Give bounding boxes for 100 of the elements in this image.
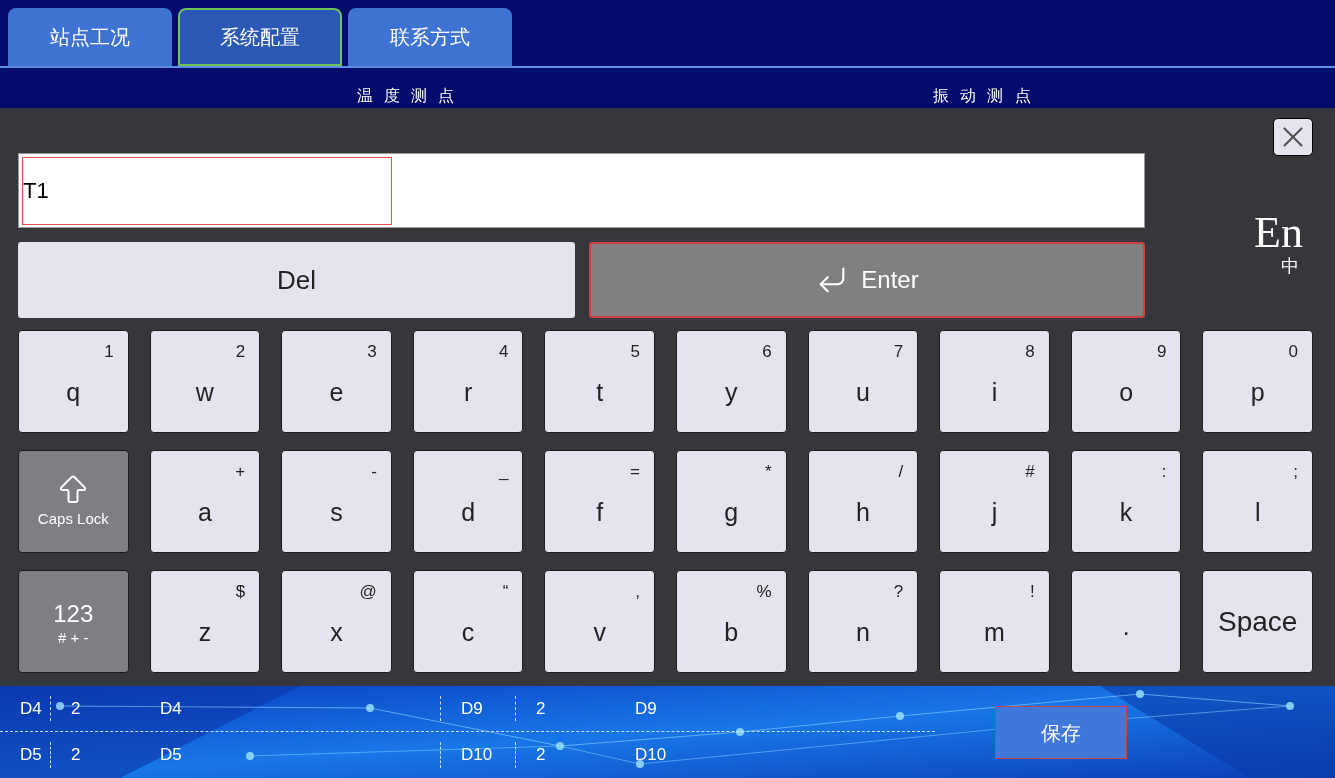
keyboard-key[interactable]: $ z	[149, 570, 261, 673]
close-button[interactable]	[1273, 118, 1313, 156]
key-label: i	[991, 376, 998, 408]
keyboard-key[interactable]: “ c	[412, 570, 524, 673]
key-secondary-label: 4	[498, 341, 509, 363]
key-label: e	[329, 376, 344, 408]
key-label: l	[1254, 496, 1261, 528]
key-secondary-label: 6	[762, 341, 772, 363]
key-secondary-label: %	[756, 581, 772, 603]
table-cell: 2	[515, 742, 615, 768]
key-secondary-label: 9	[1156, 341, 1167, 363]
table-cell: D10	[440, 742, 515, 768]
key-secondary-label: @	[359, 581, 377, 603]
keyboard-key[interactable]: , v	[544, 570, 655, 673]
keyboard-key[interactable]: 1 q	[18, 330, 129, 433]
keyboard-key[interactable]: / h	[807, 450, 919, 553]
key-label: q	[66, 376, 81, 408]
key-secondary-label: _	[498, 461, 509, 483]
table-cell-text: D5	[19, 744, 43, 767]
key-secondary-label: *	[764, 461, 772, 483]
key-label: x	[330, 616, 343, 648]
key-label: m	[984, 616, 1005, 648]
key-label: a	[197, 496, 212, 528]
save-button[interactable]: 保存	[995, 706, 1127, 759]
table-cell: 2	[50, 742, 140, 768]
key-secondary-label: 7	[893, 341, 904, 363]
keyboard-key[interactable]: ? n	[807, 570, 919, 673]
key-label: t	[596, 376, 604, 408]
key-secondary-label: #	[1025, 461, 1035, 483]
key-label: v	[593, 616, 606, 648]
key-label: g	[724, 496, 739, 528]
column-header: 振 动 测 点	[933, 85, 1034, 107]
keyboard-key[interactable]: 4 r	[412, 330, 524, 433]
key-secondary-label: +	[235, 461, 246, 483]
keyboard-key[interactable]: ! m	[939, 570, 1050, 673]
key-label: f	[596, 496, 604, 528]
key-label: 123	[53, 601, 94, 628]
key-label: h	[855, 496, 870, 528]
key-label: s	[330, 496, 343, 528]
key-secondary-label: 3	[367, 341, 377, 363]
table-cell: 2	[50, 695, 140, 722]
tab[interactable]: 系统配置	[178, 8, 342, 66]
key-secondary-label: “	[502, 581, 509, 603]
tab[interactable]: 联系方式	[348, 8, 512, 66]
key-label: j	[991, 496, 998, 528]
tab[interactable]: 站点工况	[8, 8, 172, 66]
key-secondary-label: =	[630, 461, 640, 483]
keyboard-key[interactable]: _ d	[412, 450, 524, 553]
key-secondary-label: 1	[104, 341, 114, 363]
keyboard-key[interactable]: @ x	[281, 570, 392, 673]
key-secondary-label: $	[235, 581, 246, 603]
key-label: ·	[1121, 616, 1131, 648]
table-cell-text: D9	[634, 697, 658, 720]
key-label: y	[725, 376, 738, 408]
keyboard-key[interactable]: 6 y	[676, 330, 787, 433]
key-label: w	[195, 376, 214, 408]
key-label: c	[461, 616, 475, 648]
keyboard-key[interactable]: % b	[676, 570, 787, 673]
language-label: En	[1254, 211, 1303, 255]
delete-button[interactable]: Del	[18, 242, 575, 318]
key-label: o	[1119, 376, 1134, 408]
symbols-key[interactable]: 123 # + -	[18, 570, 129, 673]
table-cell-text: D5	[159, 744, 183, 767]
space-key[interactable]: Space	[1202, 570, 1313, 673]
key-secondary-label: :	[1161, 461, 1167, 483]
table-cell-text: D4	[159, 697, 183, 720]
key-secondary-label: # + -	[58, 628, 89, 649]
keyboard-key[interactable]: # j	[939, 450, 1050, 553]
key-label: p	[1250, 376, 1265, 408]
keyboard-key[interactable]: 5 t	[544, 330, 655, 433]
table-cell: 2	[515, 695, 615, 722]
keyboard-key[interactable]: 2 w	[149, 330, 261, 433]
keyboard-key[interactable]: 0 p	[1202, 330, 1313, 433]
keyboard-key[interactable]: + a	[149, 450, 261, 553]
key-label: n	[855, 616, 870, 648]
keyboard-key[interactable]: * g	[676, 450, 787, 553]
key-label: b	[724, 616, 739, 648]
enter-button[interactable]: Enter	[589, 242, 1145, 318]
caps-lock-key[interactable]: Caps Lock	[18, 450, 129, 553]
key-secondary-label: -	[371, 461, 377, 483]
key-label: z	[198, 616, 212, 648]
key-secondary-label: !	[1030, 581, 1035, 603]
keyboard-key[interactable]: = f	[544, 450, 655, 553]
keyboard-key[interactable]: 8 i	[939, 330, 1050, 433]
language-secondary-label: 中	[1281, 255, 1299, 277]
keyboard-key[interactable]: 3 e	[281, 330, 392, 433]
key-secondary-label: 5	[630, 341, 640, 363]
key-label: k	[1119, 496, 1133, 528]
keyboard-key[interactable]: ·	[1070, 570, 1182, 673]
key-secondary-label: 8	[1025, 341, 1035, 363]
key-secondary-label: /	[898, 461, 904, 483]
keyboard-key[interactable]: ; l	[1202, 450, 1313, 553]
input-field[interactable]: T1	[22, 156, 392, 225]
key-secondary-label: ,	[635, 581, 640, 603]
key-label: u	[855, 376, 870, 408]
keyboard-key[interactable]: 9 o	[1070, 330, 1182, 433]
keyboard-key[interactable]: - s	[281, 450, 392, 553]
keyboard-key[interactable]: 7 u	[807, 330, 919, 433]
keyboard-key[interactable]: : k	[1070, 450, 1182, 553]
key-label: d	[461, 496, 476, 528]
